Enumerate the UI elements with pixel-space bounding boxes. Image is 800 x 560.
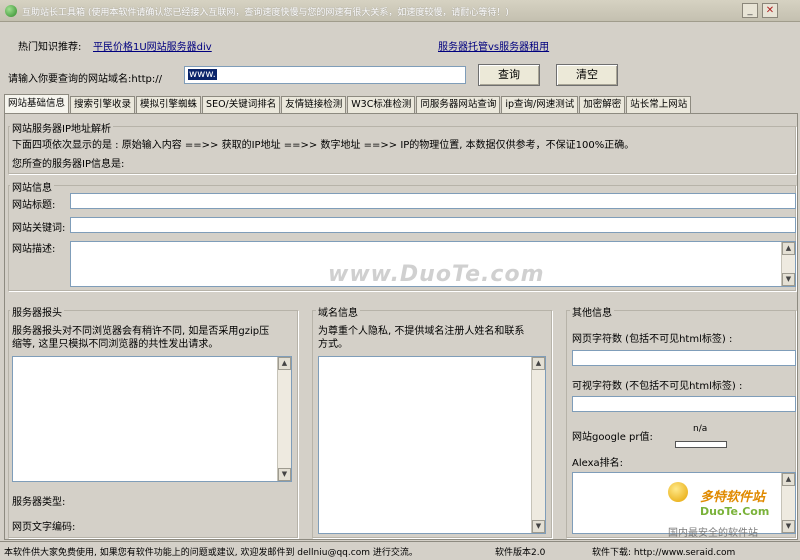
- tab-search-engine-index[interactable]: 搜索引擎收录: [70, 96, 136, 113]
- tab-same-server-sites[interactable]: 同服务器网站查询: [416, 96, 501, 113]
- scroll-down-icon[interactable]: ▼: [532, 520, 545, 533]
- site-keywords-field[interactable]: [70, 217, 796, 233]
- site-title-field[interactable]: [70, 193, 796, 209]
- domain-info-desc-line2: 方式。: [318, 339, 348, 350]
- google-pr-bar: [675, 441, 727, 448]
- visible-chars-field[interactable]: [572, 396, 796, 412]
- app-icon: [5, 5, 17, 17]
- tab-w3c-check[interactable]: W3C标准检测: [347, 96, 416, 113]
- hot-link-hosting-vs-rental[interactable]: 服务器托管vs服务器租用: [438, 38, 549, 53]
- close-button[interactable]: ✕: [762, 3, 778, 18]
- page-encoding-label: 网页文字编码:: [12, 522, 76, 533]
- query-button[interactable]: 查询: [478, 64, 540, 86]
- server-header-scrollbar[interactable]: ▲ ▼: [277, 357, 291, 481]
- title-bar: 互助站长工具箱 (使用本软件请确认您已经接入互联网，查询速度快慢与您的网速有很大…: [0, 0, 800, 22]
- domain-info-scrollbar[interactable]: ▲ ▼: [531, 357, 545, 533]
- ip-section-description: 下面四项依次显示的是 : 原始输入内容 ==>> 获取的IP地址 ==>> 数字…: [12, 140, 635, 151]
- domain-info-output[interactable]: ▲ ▼: [318, 356, 546, 534]
- tab-encrypt-decrypt[interactable]: 加密解密: [579, 96, 626, 113]
- domain-input-label: 请输入你要查询的网站域名:http://: [8, 74, 163, 85]
- scroll-down-icon[interactable]: ▼: [782, 273, 795, 286]
- ip-result-label: 您所查的服务器IP信息是:: [12, 159, 125, 170]
- google-pr-value: n/a: [693, 424, 708, 434]
- scroll-up-icon[interactable]: ▲: [782, 473, 795, 486]
- status-download: 软件下载: http://www.seraid.com: [592, 548, 736, 558]
- scroll-up-icon[interactable]: ▲: [782, 242, 795, 255]
- status-free-notice: 本软件供大家免费使用, 如果您有软件功能上的问题或建议, 欢迎发邮件到 dell…: [4, 548, 418, 558]
- tab-webmaster-sites[interactable]: 站长常上网站: [626, 96, 692, 113]
- site-description-scrollbar[interactable]: ▲ ▼: [781, 242, 795, 286]
- server-header-title: 服务器报头: [10, 304, 64, 319]
- ip-section-title: 网站服务器IP地址解析: [10, 120, 113, 135]
- tab-friend-link-check[interactable]: 友情链接检测: [281, 96, 347, 113]
- visible-chars-label: 可视字符数 (不包括不可见html标签) :: [572, 381, 743, 392]
- domain-info-title: 域名信息: [316, 304, 360, 319]
- minimize-button[interactable]: _: [742, 3, 758, 18]
- scroll-down-icon[interactable]: ▼: [278, 468, 291, 481]
- scroll-down-icon[interactable]: ▼: [782, 520, 795, 533]
- tab-seo-keyword-rank[interactable]: SEO/关键词排名: [202, 96, 281, 113]
- domain-input-value: www.: [188, 69, 217, 80]
- alexa-rank-label: Alexa排名:: [572, 458, 624, 469]
- site-keywords-label: 网站关键词:: [12, 223, 66, 234]
- site-info-title: 网站信息: [10, 179, 54, 194]
- scroll-up-icon[interactable]: ▲: [532, 357, 545, 370]
- duote-brand-watermark: 多特软件站: [700, 490, 766, 505]
- page-chars-field[interactable]: [572, 350, 796, 366]
- hot-link-server-div[interactable]: 平民价格1U网站服务器div: [93, 38, 212, 53]
- duote-mascot-icon: [668, 482, 688, 502]
- duote-url-watermark: DuoTe.Com: [700, 505, 770, 518]
- other-info-title: 其他信息: [570, 304, 614, 319]
- window-title: 互助站长工具箱 (使用本软件请确认您已经接入互联网，查询速度快慢与您的网速有很大…: [22, 8, 509, 18]
- alexa-rank-scrollbar[interactable]: ▲ ▼: [781, 473, 795, 533]
- server-type-label: 服务器类型:: [12, 497, 66, 508]
- duote-watermark: www.DuoTe.com: [328, 262, 545, 287]
- tab-simulate-spider[interactable]: 模拟引擎蜘蛛: [136, 96, 202, 113]
- page-chars-label: 网页字符数 (包括不可见html标签) :: [572, 334, 733, 345]
- duote-slogan-watermark: 国内最安全的软件站: [668, 528, 758, 539]
- status-bar: 本软件供大家免费使用, 如果您有软件功能上的问题或建议, 欢迎发邮件到 dell…: [0, 541, 800, 560]
- hot-knowledge-label: 热门知识推荐:: [18, 42, 82, 53]
- scroll-up-icon[interactable]: ▲: [278, 357, 291, 370]
- tab-strip: 网站基础信息 搜索引擎收录 模拟引擎蜘蛛 SEO/关键词排名 友情链接检测 W3…: [4, 94, 692, 113]
- clear-button[interactable]: 清空: [556, 64, 618, 86]
- google-pr-label: 网站google pr值:: [572, 432, 653, 443]
- server-header-output[interactable]: ▲ ▼: [12, 356, 292, 482]
- tab-site-basic-info[interactable]: 网站基础信息: [4, 94, 70, 113]
- tab-ip-speed-test[interactable]: ip查询/网速测试: [501, 96, 579, 113]
- site-title-label: 网站标题:: [12, 200, 56, 211]
- status-version: 软件版本2.0: [495, 548, 546, 558]
- server-header-desc-line2: 缩等, 这里只模拟不同浏览器的共性发出请求。: [12, 339, 219, 350]
- domain-info-desc-line1: 为尊重个人隐私, 不提供域名注册人姓名和联系: [318, 326, 525, 337]
- domain-input[interactable]: www.: [184, 66, 466, 84]
- site-description-label: 网站描述:: [12, 244, 56, 255]
